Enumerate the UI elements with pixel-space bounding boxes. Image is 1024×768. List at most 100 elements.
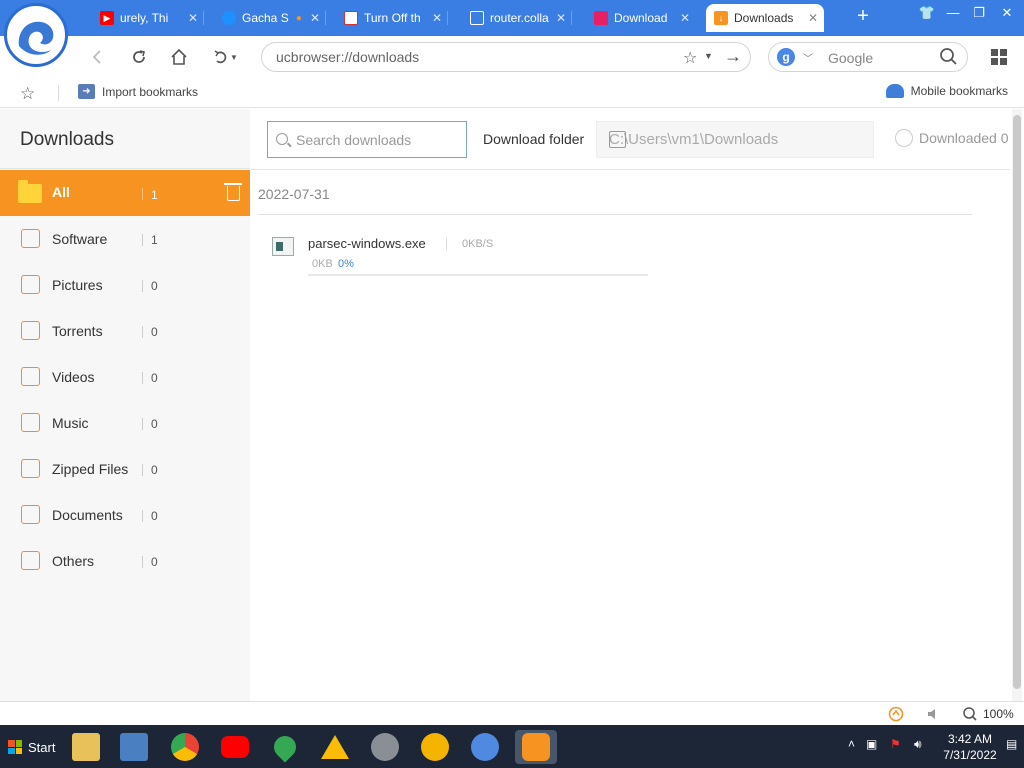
close-icon[interactable]: ✕ — [556, 11, 566, 25]
search-box[interactable]: g ﹀ Google — [768, 42, 968, 72]
restore-button[interactable]: ❐ — [968, 4, 990, 22]
search-downloads-box[interactable] — [267, 121, 467, 158]
document-icon — [21, 505, 40, 524]
drive-taskbar-button[interactable] — [318, 730, 352, 764]
category-videos[interactable]: Videos 0 — [0, 354, 250, 400]
mute-icon[interactable] — [926, 706, 942, 722]
chevron-down-icon[interactable]: ﹀ — [803, 50, 813, 65]
close-icon[interactable]: ✕ — [310, 11, 320, 25]
download-item[interactable]: parsec-windows.exe 0KB/S 0KB 0% — [272, 235, 652, 279]
system-clock[interactable]: 3:42 AM 7/31/2022 — [936, 731, 1004, 763]
download-filename[interactable]: parsec-windows.exe — [308, 236, 426, 251]
download-folder-path[interactable]: C:\Users\vm1\Downloads — [596, 121, 874, 158]
bookmarks-bar: ☆ ➜ Import bookmarks Mobile bookmarks — [0, 78, 1024, 108]
category-pictures[interactable]: Pictures 0 — [0, 262, 250, 308]
close-icon[interactable]: ✕ — [808, 11, 818, 25]
category-count: 1 — [151, 188, 158, 202]
category-count: 0 — [151, 371, 158, 385]
category-label: Documents — [52, 507, 123, 523]
apps-icon[interactable] — [990, 48, 1008, 66]
close-icon[interactable]: ✕ — [188, 11, 198, 25]
star-icon[interactable]: ☆ — [683, 48, 697, 68]
ucbrowser-logo[interactable] — [4, 3, 68, 67]
reload-button[interactable] — [127, 45, 151, 69]
address-bar[interactable]: ☆ ▼ → — [261, 42, 751, 72]
zoom-level[interactable]: 100% — [983, 707, 1014, 721]
import-bookmarks-button[interactable]: ➜ Import bookmarks — [78, 84, 198, 99]
go-arrow-icon[interactable]: → — [724, 46, 742, 67]
close-icon[interactable]: ✕ — [680, 11, 690, 25]
download-folder-label: Download folder — [483, 131, 585, 147]
new-tab-button[interactable]: + — [852, 4, 874, 28]
category-label: All — [52, 184, 70, 200]
search-engine-label[interactable]: Google — [828, 50, 873, 66]
reload-icon — [133, 50, 145, 63]
close-window-button[interactable]: ✕ — [996, 4, 1018, 22]
start-button[interactable]: Start — [2, 733, 61, 761]
chrome-canary-taskbar-button[interactable] — [418, 730, 452, 764]
category-all[interactable]: All 1 — [0, 170, 250, 216]
category-torrents[interactable]: Torrents 0 — [0, 308, 250, 354]
category-count: 1 — [151, 233, 158, 247]
video-icon — [21, 367, 40, 386]
edit-icon[interactable] — [609, 131, 626, 148]
chromium-taskbar-button[interactable] — [468, 730, 502, 764]
search-downloads-input[interactable] — [296, 132, 461, 148]
category-music[interactable]: Music 0 — [0, 400, 250, 446]
action-center-flag-icon[interactable]: ⚑ — [890, 737, 901, 751]
undo-close-button[interactable]: ▼ — [207, 45, 243, 69]
tab-label: Gacha S — [242, 11, 289, 25]
mobile-bookmarks-button[interactable]: Mobile bookmarks — [885, 84, 1008, 98]
network-icon[interactable]: ▣ — [866, 737, 877, 751]
home-button[interactable] — [167, 45, 191, 69]
star-icon[interactable]: ☆ — [20, 84, 35, 104]
tab-downloads[interactable]: ↓ Downloads ✕ — [706, 4, 824, 32]
accelerator-icon[interactable] — [888, 706, 904, 722]
search-icon[interactable] — [939, 47, 959, 67]
trash-icon[interactable] — [224, 183, 242, 201]
title-bar: ▶ urely, Thi ✕ Gacha S ● ✕ Turn Off th ✕… — [0, 0, 1024, 36]
category-software[interactable]: Software 1 — [0, 216, 250, 262]
back-button[interactable] — [86, 45, 110, 69]
youtube-taskbar-button[interactable] — [218, 730, 252, 764]
category-zipped-files[interactable]: Zipped Files 0 — [0, 446, 250, 492]
scrollbar[interactable] — [1012, 109, 1022, 701]
navigation-bar: ▼ ☆ ▼ → g ﹀ Google — [0, 36, 1024, 78]
category-count: 0 — [151, 417, 158, 431]
tab-1[interactable]: ▶ urely, Thi ✕ — [92, 6, 204, 30]
scrollbar-thumb[interactable] — [1013, 115, 1021, 689]
chrome-taskbar-button[interactable] — [168, 730, 202, 764]
notifications-icon[interactable]: ▤ — [1006, 737, 1017, 751]
tab-5[interactable]: Download ✕ — [586, 6, 696, 30]
media-icon — [120, 733, 148, 761]
google-icon[interactable]: g — [777, 48, 795, 66]
category-documents[interactable]: Documents 0 — [0, 492, 250, 538]
drive-icon — [321, 735, 349, 759]
chevron-down-icon[interactable]: ▼ — [704, 51, 713, 61]
category-label: Zipped Files — [52, 461, 129, 477]
show-hidden-icons-chevron-icon[interactable]: ˄ — [848, 737, 855, 751]
tab-2[interactable]: Gacha S ● ✕ — [214, 6, 326, 30]
download-size: 0KB — [312, 258, 333, 270]
category-count: 0 — [151, 279, 158, 293]
minimize-button[interactable]: — — [942, 4, 964, 22]
ucbrowser-taskbar-button[interactable] — [515, 730, 557, 764]
category-count: 0 — [151, 325, 158, 339]
software-icon — [21, 229, 40, 248]
skin-icon[interactable]: 👕 — [916, 4, 938, 22]
picture-icon — [21, 275, 40, 294]
zoom-icon[interactable] — [962, 706, 978, 722]
category-others[interactable]: Others 0 — [0, 538, 250, 584]
volume-icon[interactable]: 🔊︎ — [914, 737, 922, 752]
address-input[interactable] — [276, 49, 656, 65]
squirrel-icon — [18, 21, 54, 55]
tab-4[interactable]: router.colla ✕ — [462, 6, 572, 30]
tab-label: Download — [614, 11, 668, 25]
shield-icon — [895, 129, 913, 147]
file-explorer-taskbar-button[interactable] — [69, 730, 103, 764]
pro-app-taskbar-button[interactable] — [368, 730, 402, 764]
media-player-taskbar-button[interactable] — [117, 730, 151, 764]
close-icon[interactable]: ✕ — [432, 11, 442, 25]
tab-3[interactable]: Turn Off th ✕ — [336, 6, 448, 30]
maps-taskbar-button[interactable] — [268, 730, 302, 764]
